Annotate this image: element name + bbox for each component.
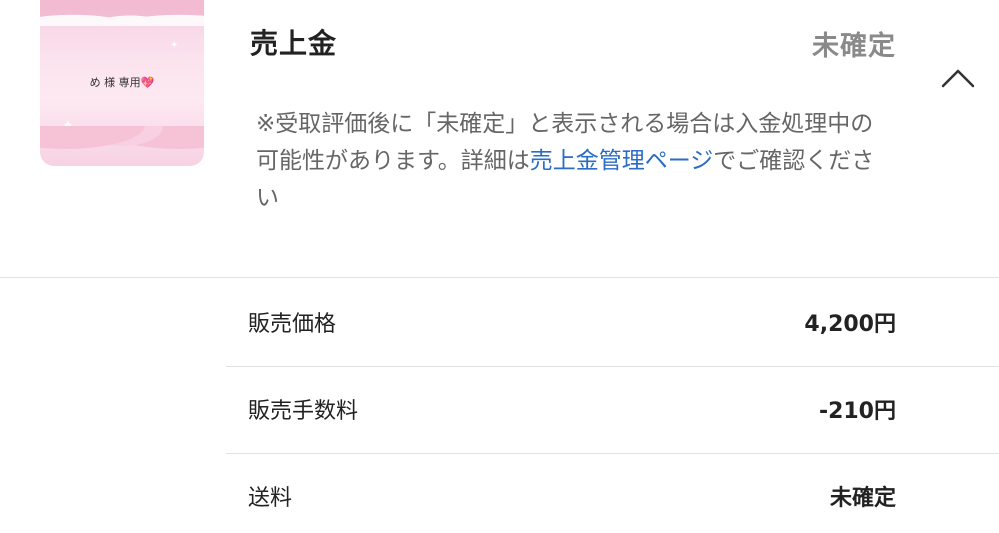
row-value: 4,200円 — [804, 312, 896, 337]
chevron-up-icon[interactable] — [940, 66, 976, 90]
item-thumbnail[interactable]: ✦ ✦ め 様 専用💖 — [40, 0, 204, 166]
sparkle-icon: ✦ — [170, 40, 179, 51]
heart-icon: 💖 — [140, 76, 155, 89]
row-value: 未確定 — [829, 486, 896, 511]
breakdown-row-fee: 販売手数料 -210円 — [226, 369, 896, 455]
section-title: 売上金 — [250, 27, 338, 60]
row-divider — [226, 366, 999, 367]
sales-management-link[interactable]: 売上金管理ページ — [530, 148, 714, 174]
status-badge: 未確定 — [812, 31, 896, 62]
row-divider — [226, 453, 999, 454]
pending-notice: ※受取評価後に「未確定」と表示される場合は入金処理中の可能性があります。詳細は売… — [256, 106, 896, 217]
row-label: 販売価格 — [248, 312, 337, 337]
thumbnail-top-decoration — [40, 0, 204, 26]
section-divider — [0, 277, 999, 278]
row-label: 送料 — [248, 486, 293, 511]
breakdown-row-shipping: 送料 未確定 — [226, 456, 896, 533]
row-value: -210円 — [818, 399, 896, 424]
thumbnail-text: め 様 専用 — [89, 76, 141, 89]
sales-detail-panel: ✦ ✦ め 様 専用💖 売上金 未確定 ※受取評価後に「未確定」と表示される場合… — [0, 0, 999, 533]
thumbnail-bottom-decoration — [40, 126, 204, 166]
thumbnail-caption: め 様 専用💖 — [40, 74, 204, 90]
row-label: 販売手数料 — [248, 399, 359, 424]
breakdown-row-sale-price: 販売価格 4,200円 — [226, 282, 896, 368]
